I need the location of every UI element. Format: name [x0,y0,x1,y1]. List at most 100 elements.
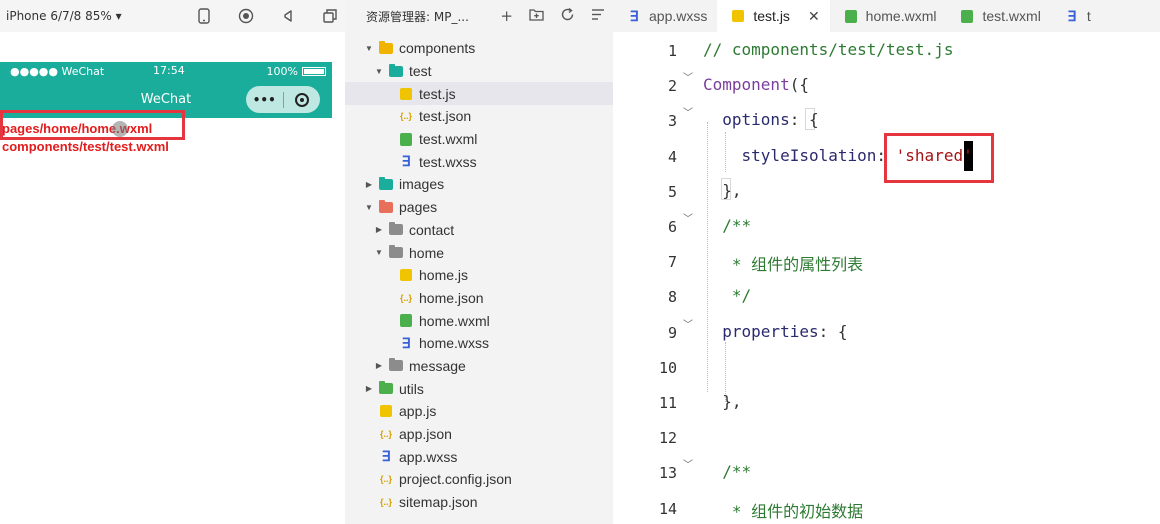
editor-tab[interactable]: test.js ✕ [717,0,830,32]
editor-tab[interactable]: test.wxml [946,0,1050,32]
wxss-file-icon: ∃ [401,334,411,351]
tree-item[interactable]: ▼ pages [345,196,613,219]
collapse-all-icon[interactable] [591,7,605,25]
fold-chevron-icon[interactable]: ﹀ [683,104,693,119]
editor-tab[interactable]: ∃ app.wxss [613,0,717,32]
chevron-down-icon[interactable]: ▼ [373,248,385,257]
line-number: 5 [667,182,677,201]
tree-item-label: test.json [419,108,472,125]
tree-item[interactable]: ▶ utils [345,377,613,400]
json-file-icon: {..} [399,292,412,303]
folder-icon [379,199,393,214]
wxml-file-icon [960,9,974,23]
explorer-title: 资源管理器: MP_... [366,9,469,24]
code-token: * [703,501,752,521]
fold-chevron-icon[interactable]: ﹀ [683,316,693,331]
tree-item[interactable]: {..} home.json [345,287,613,310]
code-line: /** [703,216,751,235]
more-icon[interactable]: ••• [246,93,283,107]
tree-item[interactable]: {..} test.json [345,105,613,128]
editor-tab[interactable]: ∃ t [1051,0,1101,32]
close-icon[interactable]: ✕ [808,8,820,25]
line-number: 13 [658,464,677,483]
tree-item[interactable]: ▶ contact [345,219,613,242]
chevron-down-icon[interactable]: ▼ [363,203,375,212]
folder-icon [379,176,393,191]
line-number: 11 [658,394,677,412]
tree-item[interactable]: app.js [345,400,613,423]
code-editor: ∃ app.wxss test.js ✕ home.wxml test.wxml ∃ t 1/… [613,0,1160,524]
status-time: 17:54 [153,64,185,77]
capsule-button[interactable]: ••• [246,86,320,113]
code-line: // components/test/test.js [703,40,953,59]
code-token: /** [703,216,752,235]
tree-item[interactable]: test.wxml [345,128,613,151]
line-number: 14 [658,499,677,518]
code-token: ({ [789,75,809,95]
code-token: : { [818,321,848,341]
chevron-down-icon[interactable]: ▼ [373,67,385,76]
chevron-right-icon[interactable]: ▶ [373,225,385,234]
chevron-right-icon[interactable]: ▶ [363,384,375,393]
tab-label: t [1086,8,1091,24]
js-file-icon [379,404,393,418]
tree-item[interactable]: ▶ message [345,355,613,378]
code-area[interactable]: 1 // components/test/test.js 2 ﹀ Component({… [613,32,1160,524]
chevron-right-icon[interactable]: ▶ [363,180,375,189]
code-token: */ [703,286,752,306]
tree-item[interactable]: {..} project.config.json [345,468,613,491]
tree-item[interactable]: {..} sitemap.json [345,491,613,514]
fold-chevron-icon[interactable]: ﹀ [683,210,693,225]
tree-item-label: home.json [419,289,484,306]
phone-icon[interactable] [195,7,213,25]
line-number: 2 [667,77,677,96]
tree-item[interactable]: ▼ components [345,37,613,60]
tree-item-label: home.wxml [419,312,490,329]
chevron-down-icon[interactable]: ▼ [363,44,375,53]
file-tree: ▼ components ▼ test test.js {..} test.json test… [345,37,613,513]
line-number: 3 [667,112,677,131]
code-token: options [703,110,790,130]
tree-item-label: app.wxss [399,448,458,465]
volume-icon[interactable] [279,7,297,25]
folder-icon [379,381,393,396]
tree-item[interactable]: ▼ home [345,241,613,264]
tree-item[interactable]: ∃ test.wxss [345,150,613,173]
new-folder-icon[interactable] [529,7,544,25]
code-line: * 组件的初始数据 [703,498,863,522]
device-selector[interactable]: iPhone 6/7/8 85% ▾ [6,9,171,23]
tree-item[interactable]: ∃ home.wxss [345,332,613,355]
line-number: 7 [667,253,677,272]
js-file-icon [731,9,745,23]
code-token: : { [789,110,819,130]
editor-tab[interactable]: home.wxml [830,0,947,32]
close-miniprogram-icon[interactable] [284,92,321,107]
tree-item[interactable]: ▼ test [345,60,613,83]
tree-item-label: components [399,40,476,57]
tree-item[interactable]: {..} app.json [345,423,613,446]
fold-chevron-icon[interactable]: ﹀ [683,456,693,471]
tree-item[interactable]: home.wxml [345,309,613,332]
wxml-file-icon [399,132,413,146]
code-line: /** [703,462,751,481]
fold-chevron-icon[interactable]: ﹀ [683,69,693,84]
chevron-right-icon[interactable]: ▶ [373,361,385,370]
tree-item[interactable]: home.js [345,264,613,287]
new-file-icon[interactable]: + [500,7,513,25]
code-token: }, [703,392,742,411]
code-token: * [703,255,752,275]
wxml-file-icon [844,9,858,23]
explorer-header: 资源管理器: MP_... + [345,0,613,32]
tree-item[interactable]: test.js [345,82,613,106]
tree-item[interactable]: ∃ app.wxss [345,445,613,468]
code-line: * 组件的属性列表 [703,251,863,275]
tab-label: app.wxss [649,8,708,24]
tab-label: test.js [753,8,790,24]
record-icon[interactable] [237,7,255,25]
detach-window-icon[interactable] [321,7,339,25]
tree-item[interactable]: ▶ images [345,173,613,196]
battery-indicator: 100% [267,65,326,78]
tree-item-label: test.wxml [419,131,478,148]
refresh-icon[interactable] [560,7,575,26]
code-token: : [876,145,896,165]
